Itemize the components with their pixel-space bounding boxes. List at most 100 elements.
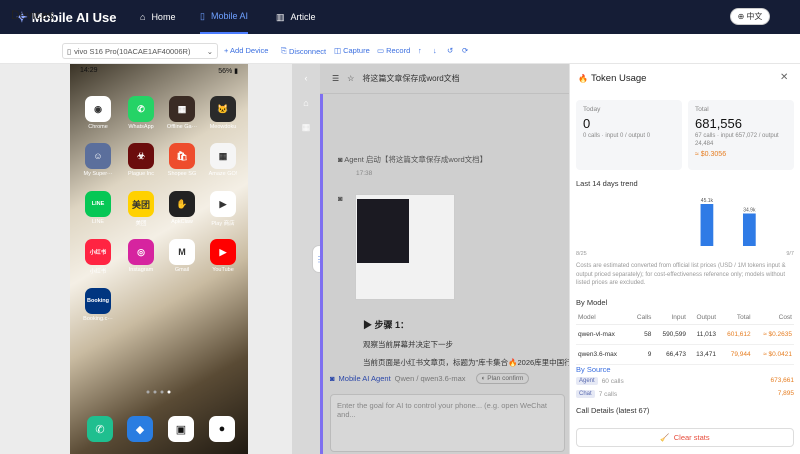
app-icon-image: ✆ [128, 96, 154, 122]
plan-confirm-toggle[interactable]: ◐ Plan confirm [475, 372, 530, 384]
star-icon[interactable]: ☆ [347, 74, 354, 83]
source-calls: 60 calls [601, 377, 624, 385]
app-icon[interactable]: 小红书 小红书 [78, 239, 118, 275]
phone-call-icon[interactable]: ✆ [87, 416, 113, 442]
status-time: 14:29 [80, 67, 98, 74]
app-icon[interactable]: ▶ YouTube [203, 239, 243, 273]
files-icon[interactable]: ▣ [168, 416, 194, 442]
app-label: WhatsApp [128, 124, 154, 130]
book-icon: ▥ [276, 11, 285, 22]
capture-button[interactable]: ◫ Capture [334, 46, 370, 55]
today-card: Today 0 0 calls · input 0 / output 0 [576, 100, 682, 170]
chat-accent-line [320, 64, 323, 454]
language-toggle[interactable]: ⊕ 中文 [730, 8, 770, 25]
record-button[interactable]: ▭ Record [377, 46, 410, 55]
app-icon[interactable]: ◎ Instagram [121, 239, 161, 273]
apps-icon[interactable]: ▦ [296, 117, 316, 137]
app-label: Shopee SG [167, 171, 197, 177]
step-line-2: 当前页面是小红书文章页，标题为"库卡集合🔥2026库里中国行" [363, 358, 569, 367]
screenshot-image [357, 199, 409, 263]
goal-input[interactable]: Enter the goal for AI to control your ph… [330, 394, 565, 452]
table-cell: ≈ $0.2635 [752, 324, 794, 345]
trend-data-label: 45.1k [701, 198, 714, 204]
rotate-left-icon[interactable]: ↺ [447, 46, 453, 55]
close-icon[interactable]: ✕ [780, 72, 788, 83]
app-icon[interactable]: ✋ ApkClaw [162, 191, 202, 225]
column-header: Cost [752, 311, 794, 325]
table-cell: 11,013 [687, 324, 718, 345]
call-details-title: Call Details (latest 67) [576, 406, 650, 415]
by-model-title: By Model [576, 298, 608, 307]
table-cell: 58 [630, 324, 654, 345]
status-battery: 56% ▮ [218, 68, 238, 75]
camera-icon: ◫ [334, 46, 342, 55]
menu-icon[interactable]: ☰ [332, 74, 339, 83]
app-icon[interactable]: M Gmail [162, 239, 202, 273]
plan-confirm-label: Plan confirm [487, 374, 524, 382]
nav-article[interactable]: ▥ Article [276, 0, 316, 34]
browser-icon[interactable]: ◆ [127, 416, 153, 442]
agent-label: Mobile AI Agent [338, 373, 391, 383]
app-icon[interactable]: Booking Booking.c··· [78, 288, 118, 322]
toggle-icon: ◐ [481, 374, 486, 382]
bot-icon: ◙ [330, 373, 335, 383]
app-icon[interactable]: LINE LINE [78, 191, 118, 225]
device-select[interactable]: ▯ vivo S16 Pro(10ACAE1AF40006R) ⌄ [62, 43, 218, 59]
table-cell: 79,944 [718, 344, 753, 365]
chat-title: 将这篇文章保存成word文档 [362, 74, 460, 83]
app-icon-image: ✋ [169, 191, 195, 217]
app-icon[interactable]: 美团 美团 [121, 191, 161, 227]
clear-stats-label: Clear stats [673, 433, 710, 442]
nav-home[interactable]: ⌂ Home [140, 0, 175, 34]
app-icon[interactable]: ☣ Plague Inc [121, 143, 161, 177]
disconnect-label: Disconnect [289, 46, 327, 56]
total-value: 681,556 [695, 116, 742, 131]
trend-chart: 45.1k 34.9k 8/25 9/7 [576, 198, 794, 257]
app-label: Gmail [174, 267, 190, 273]
phone-icon: ▯ [200, 10, 205, 21]
disconnect-button[interactable]: ⎘ Disconnect [281, 46, 326, 56]
step-line-1: 观察当前屏幕并决定下一步 [363, 340, 453, 349]
column-header: Input [653, 311, 688, 325]
app-icon[interactable]: ✆ WhatsApp [121, 96, 161, 130]
app-icon[interactable]: ◉ Chrome [78, 96, 118, 130]
nav-mobile-ai[interactable]: ▯ Mobile AI [200, 0, 248, 34]
arrow-down-icon[interactable]: ↓ [433, 46, 437, 55]
app-icon[interactable]: ▦ Offline Ga··· [162, 96, 202, 130]
app-icon[interactable]: ☺ My Super··· [78, 143, 118, 177]
app-icon[interactable]: ▦ Amaze GO! [203, 143, 243, 177]
app-icon-image: 小红书 [85, 239, 111, 265]
model-table-header: Model Calls Input Output Total Cost [576, 311, 794, 325]
app-icon-image: ☺ [85, 143, 111, 169]
nav-home-label: Home [151, 12, 176, 22]
table-cell: 590,599 [653, 324, 688, 345]
app-label: 小红书 [89, 269, 107, 275]
source-row: Agent 60 calls [576, 377, 624, 385]
app-icon-image: 🐱 [210, 96, 236, 122]
model-select[interactable]: Qwen / qwen3.6-max [395, 374, 466, 383]
home-icon[interactable]: ⌂ [296, 93, 316, 113]
total-card: Total 681,556 67 calls · input 657,072 /… [688, 100, 794, 170]
devices-title: Devices [11, 8, 54, 22]
total-cost: ≈ $0.3056 [695, 150, 727, 158]
model-table: Model Calls Input Output Total Cost qwen-vl-m… [576, 311, 794, 365]
app-label: Play 商店 [211, 221, 235, 227]
app-icon[interactable]: 🐱 Meowdoku [203, 96, 243, 130]
app-icon[interactable]: ▶ Play 商店 [203, 191, 243, 227]
trend-title: Last 14 days trend [576, 179, 638, 188]
app-label: Plague Inc [128, 171, 154, 177]
camera-icon[interactable]: ● [209, 416, 235, 442]
table-cell: 66,473 [653, 344, 688, 365]
clear-stats-button[interactable]: 🧹 Clear stats [576, 428, 794, 447]
source-value: 673,661 [770, 377, 795, 384]
chevron-left-icon[interactable]: ‹ [296, 68, 316, 88]
app-icon[interactable]: 🛍 Shopee SG [162, 143, 202, 177]
refresh-icon[interactable]: ⟳ [462, 46, 468, 55]
add-device-button[interactable]: + Add Device [224, 46, 268, 55]
trend-bar [700, 204, 714, 246]
table-row: qwen3.6-max 9 66,473 13,471 79,944 ≈ $0.0421 [576, 344, 794, 365]
arrow-up-icon[interactable]: ↑ [418, 46, 422, 55]
table-cell: qwen3.6-max [576, 344, 631, 365]
phone-screen[interactable]: 14:29 56% ▮ ◉ Chrome ✆ WhatsApp ▦ Offline Ga··… [70, 64, 248, 454]
record-icon: ▭ [377, 46, 385, 55]
